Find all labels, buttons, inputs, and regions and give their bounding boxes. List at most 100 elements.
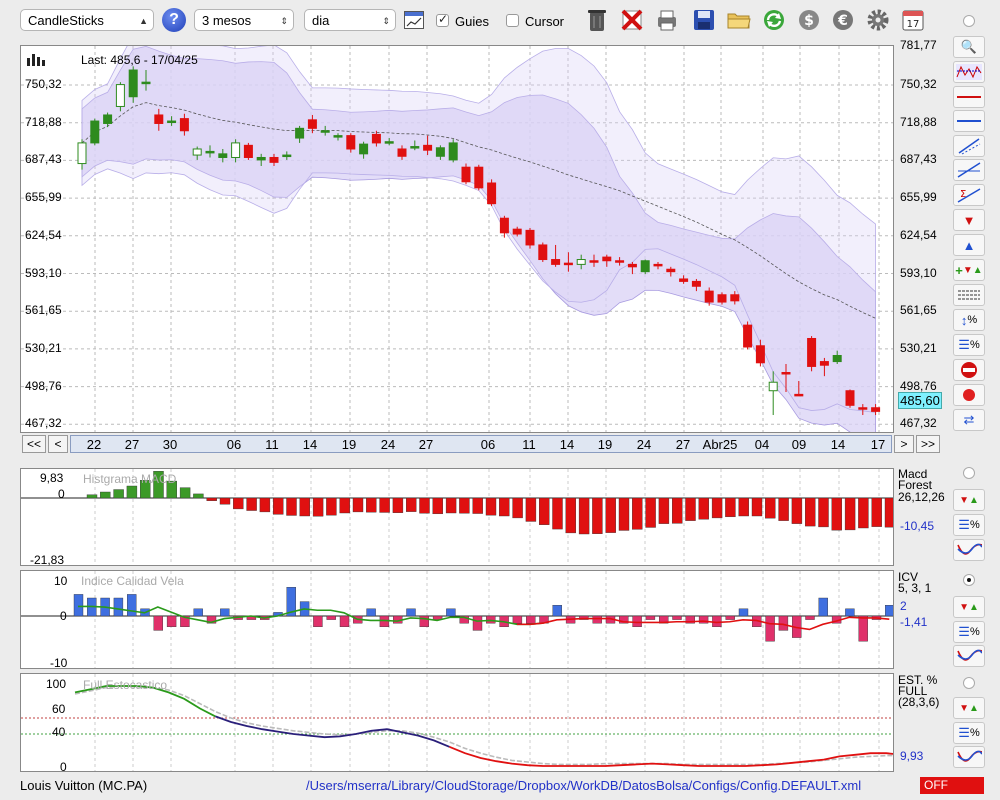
candle-body bbox=[563, 262, 573, 266]
chevron-updown-icon: ▲ bbox=[139, 16, 148, 26]
stoch-pane-radio[interactable] bbox=[963, 677, 975, 689]
trendline-icon[interactable] bbox=[953, 159, 985, 181]
chart-type-select[interactable]: CandleSticks ▲ bbox=[20, 9, 154, 31]
candle-body bbox=[141, 81, 151, 85]
macd-bar bbox=[539, 497, 550, 525]
zoom-icon[interactable]: 🔍 bbox=[953, 36, 985, 58]
horizontal-guides-icon[interactable] bbox=[953, 284, 985, 306]
config-path-link[interactable]: /Users/mserra/Library/CloudStorage/Dropb… bbox=[306, 778, 861, 793]
candle-body bbox=[666, 268, 676, 273]
nav-next-fast-button[interactable]: >> bbox=[916, 435, 940, 453]
candle-body bbox=[845, 390, 855, 406]
euro-icon[interactable]: € bbox=[831, 7, 855, 33]
percent-range-icon[interactable]: ↕% bbox=[953, 309, 985, 331]
delete-chart-icon[interactable] bbox=[620, 7, 644, 33]
open-folder-icon[interactable] bbox=[727, 7, 751, 33]
candle-body bbox=[640, 260, 650, 273]
nav-next-button[interactable]: > bbox=[894, 435, 914, 453]
icv-bar bbox=[166, 615, 177, 628]
period-select[interactable]: 3 mesos ⇕ bbox=[194, 9, 294, 31]
symbol-label: Louis Vuitton (MC.PA) bbox=[20, 778, 148, 793]
macd-bar bbox=[685, 497, 696, 521]
horizontal-line-red-icon[interactable] bbox=[953, 86, 985, 108]
trash-icon[interactable] bbox=[585, 7, 609, 33]
icv-bar bbox=[113, 597, 124, 617]
candle-body bbox=[499, 217, 509, 234]
print-icon[interactable] bbox=[655, 7, 679, 33]
signal-arrows-icon[interactable]: ▼ ▲ bbox=[953, 596, 985, 618]
record-icon[interactable] bbox=[953, 384, 985, 406]
icv-pane[interactable]: Indice Calidad Vela bbox=[20, 570, 894, 669]
nav-prev-fast-button[interactable]: << bbox=[22, 435, 46, 453]
candle-body bbox=[371, 133, 381, 144]
add-signal-icon[interactable]: + ▼ ▲ bbox=[953, 259, 985, 281]
price-tick-right: 561,65 bbox=[900, 303, 937, 318]
dollar-update-icon[interactable]: $ bbox=[797, 7, 821, 33]
no-entry-icon[interactable] bbox=[953, 359, 985, 381]
sum-trend-icon[interactable]: Σ bbox=[953, 184, 985, 206]
macd-bar bbox=[632, 497, 643, 530]
cursor-checkbox[interactable] bbox=[506, 14, 519, 27]
macd-bar bbox=[299, 497, 310, 517]
macd-bar bbox=[193, 493, 204, 499]
refresh-icon[interactable] bbox=[762, 7, 786, 33]
price-tick-left: 530,21 bbox=[25, 340, 62, 355]
macd-pane-radio[interactable] bbox=[963, 467, 975, 479]
date-tick: 27 bbox=[418, 437, 434, 452]
stochastic-pane[interactable]: Full Estocastico bbox=[20, 673, 894, 772]
signal-arrows-icon[interactable]: ▼ ▲ bbox=[953, 489, 985, 511]
gear-icon[interactable] bbox=[866, 7, 890, 33]
percent-lines-icon[interactable]: ☰% bbox=[953, 514, 985, 536]
price-chart-pane[interactable]: Last: 485,6 - 17/04/25 bbox=[20, 45, 894, 433]
macd-pane[interactable]: Histgrama MACD bbox=[20, 468, 894, 566]
calendar-icon[interactable]: 17 bbox=[901, 7, 925, 33]
interval-select[interactable]: dia ⇕ bbox=[304, 9, 396, 31]
horizontal-line-blue-icon[interactable] bbox=[953, 110, 985, 132]
swap-icon[interactable]: ⇄ bbox=[953, 409, 985, 431]
icv-bar bbox=[339, 615, 350, 628]
status-off-badge[interactable]: OFF bbox=[920, 777, 984, 794]
stoch-scale-100: 100 bbox=[46, 677, 67, 691]
percent-lines-icon[interactable]: ☰% bbox=[953, 334, 985, 356]
candle-body bbox=[128, 69, 138, 98]
chart-window-icon[interactable] bbox=[404, 11, 424, 29]
icv-bar bbox=[818, 597, 828, 617]
macd-bar bbox=[578, 497, 590, 535]
percent-lines-icon[interactable]: ☰% bbox=[953, 722, 985, 744]
guides-checkbox[interactable] bbox=[436, 12, 449, 27]
candle-body bbox=[320, 130, 330, 133]
last-price-label: Last: 485,6 - 17/04/25 bbox=[81, 53, 198, 67]
indicator-overlay-icon[interactable] bbox=[953, 61, 985, 83]
macd-bar bbox=[485, 497, 497, 516]
icv-pane-radio[interactable] bbox=[963, 574, 975, 586]
date-tick: 27 bbox=[675, 437, 691, 452]
macd-bar bbox=[698, 497, 709, 520]
channel-icon[interactable] bbox=[953, 135, 985, 157]
oscillator-icon[interactable] bbox=[953, 539, 985, 561]
save-icon[interactable] bbox=[692, 7, 716, 33]
candle-body bbox=[256, 156, 266, 161]
signal-arrows-icon[interactable]: ▼ ▲ bbox=[953, 697, 985, 719]
candle-body bbox=[269, 156, 279, 163]
macd-bar bbox=[472, 497, 483, 514]
macd-bar bbox=[219, 497, 231, 505]
arrow-down-icon[interactable]: ▼ bbox=[953, 209, 985, 231]
macd-bar bbox=[86, 494, 98, 499]
price-tick-right: 593,10 bbox=[900, 265, 937, 280]
icv-bar bbox=[313, 615, 323, 628]
date-tick: 14 bbox=[302, 437, 318, 452]
date-tick: Abr25 bbox=[702, 437, 738, 452]
arrow-up-icon[interactable]: ▲ bbox=[953, 234, 985, 256]
percent-lines-icon[interactable]: ☰% bbox=[953, 621, 985, 643]
icv-bar bbox=[845, 608, 855, 617]
main-pane-radio[interactable] bbox=[963, 15, 975, 27]
candle-body bbox=[487, 182, 497, 205]
oscillator-icon[interactable] bbox=[953, 746, 985, 768]
help-icon[interactable]: ? bbox=[162, 8, 186, 32]
candle-body bbox=[243, 144, 253, 158]
price-tick-left: 750,32 bbox=[25, 77, 62, 91]
stoch-params: (28,3,6) bbox=[898, 695, 940, 709]
macd-bar bbox=[352, 497, 364, 513]
nav-prev-button[interactable]: < bbox=[48, 435, 68, 453]
oscillator-icon[interactable] bbox=[953, 645, 985, 667]
